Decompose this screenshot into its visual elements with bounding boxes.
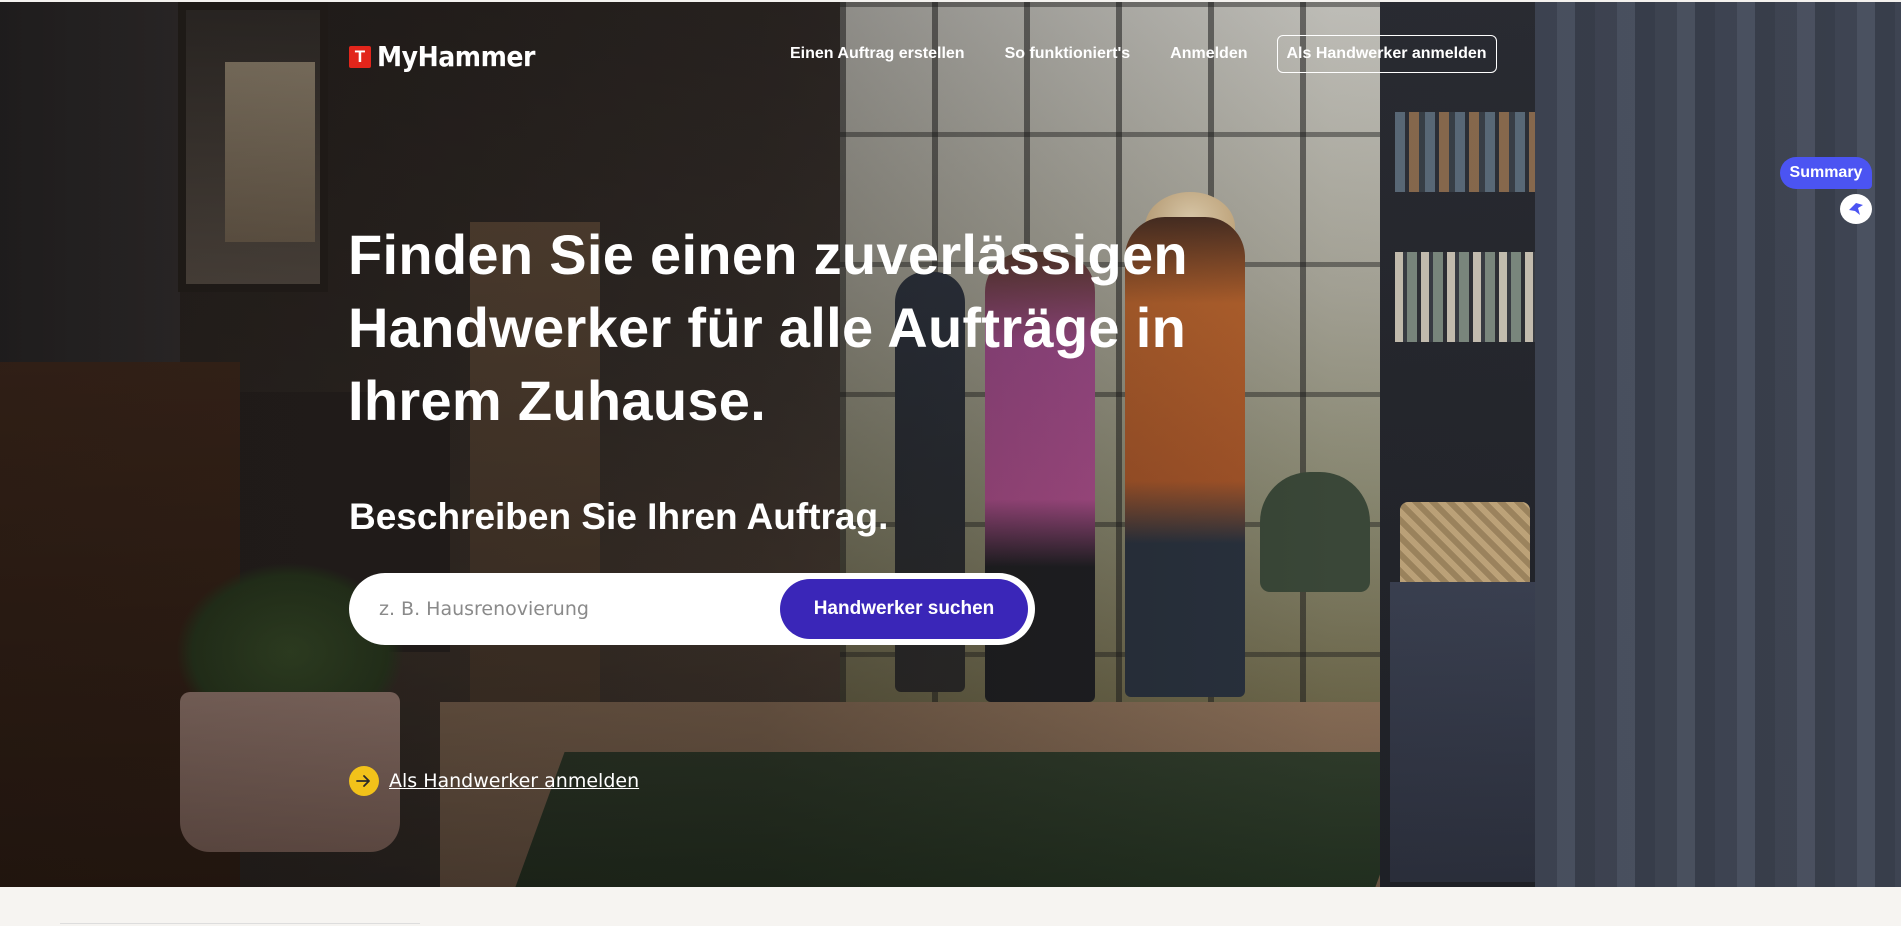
- main-navigation: Einen Auftrag erstellen So funktioniert'…: [790, 35, 1497, 73]
- arrow-right-icon: [349, 766, 379, 796]
- search-craftsman-button[interactable]: Handwerker suchen: [780, 579, 1028, 639]
- nav-create-job[interactable]: Einen Auftrag erstellen: [790, 45, 965, 63]
- hammer-logo-icon: T: [349, 45, 371, 68]
- divider: [60, 923, 420, 924]
- hero-section: T MyHammer Einen Auftrag erstellen So fu…: [0, 2, 1901, 887]
- nav-login[interactable]: Anmelden: [1170, 45, 1247, 63]
- summary-button[interactable]: Summary: [1780, 157, 1872, 189]
- brand-name: MyHammer: [377, 40, 536, 73]
- nav-how-it-works[interactable]: So funktioniert's: [1005, 45, 1131, 63]
- pro-login-link[interactable]: Als Handwerker anmelden: [349, 766, 639, 796]
- brand-logo[interactable]: T MyHammer: [349, 40, 553, 73]
- hero-headline: Finden Sie einen zuverlässigen Handwerke…: [348, 223, 1188, 432]
- hero-overlay: [0, 2, 1901, 887]
- hero-subhead: Beschreiben Sie Ihren Auftrag.: [349, 496, 889, 537]
- job-search-form: Handwerker suchen: [349, 573, 1035, 645]
- content-below-hero: [0, 887, 1901, 926]
- pro-login-button[interactable]: Als Handwerker anmelden: [1276, 35, 1497, 73]
- assistant-icon[interactable]: [1840, 194, 1872, 224]
- pro-login-link-label: Als Handwerker anmelden: [389, 770, 640, 792]
- job-search-input[interactable]: [379, 598, 780, 620]
